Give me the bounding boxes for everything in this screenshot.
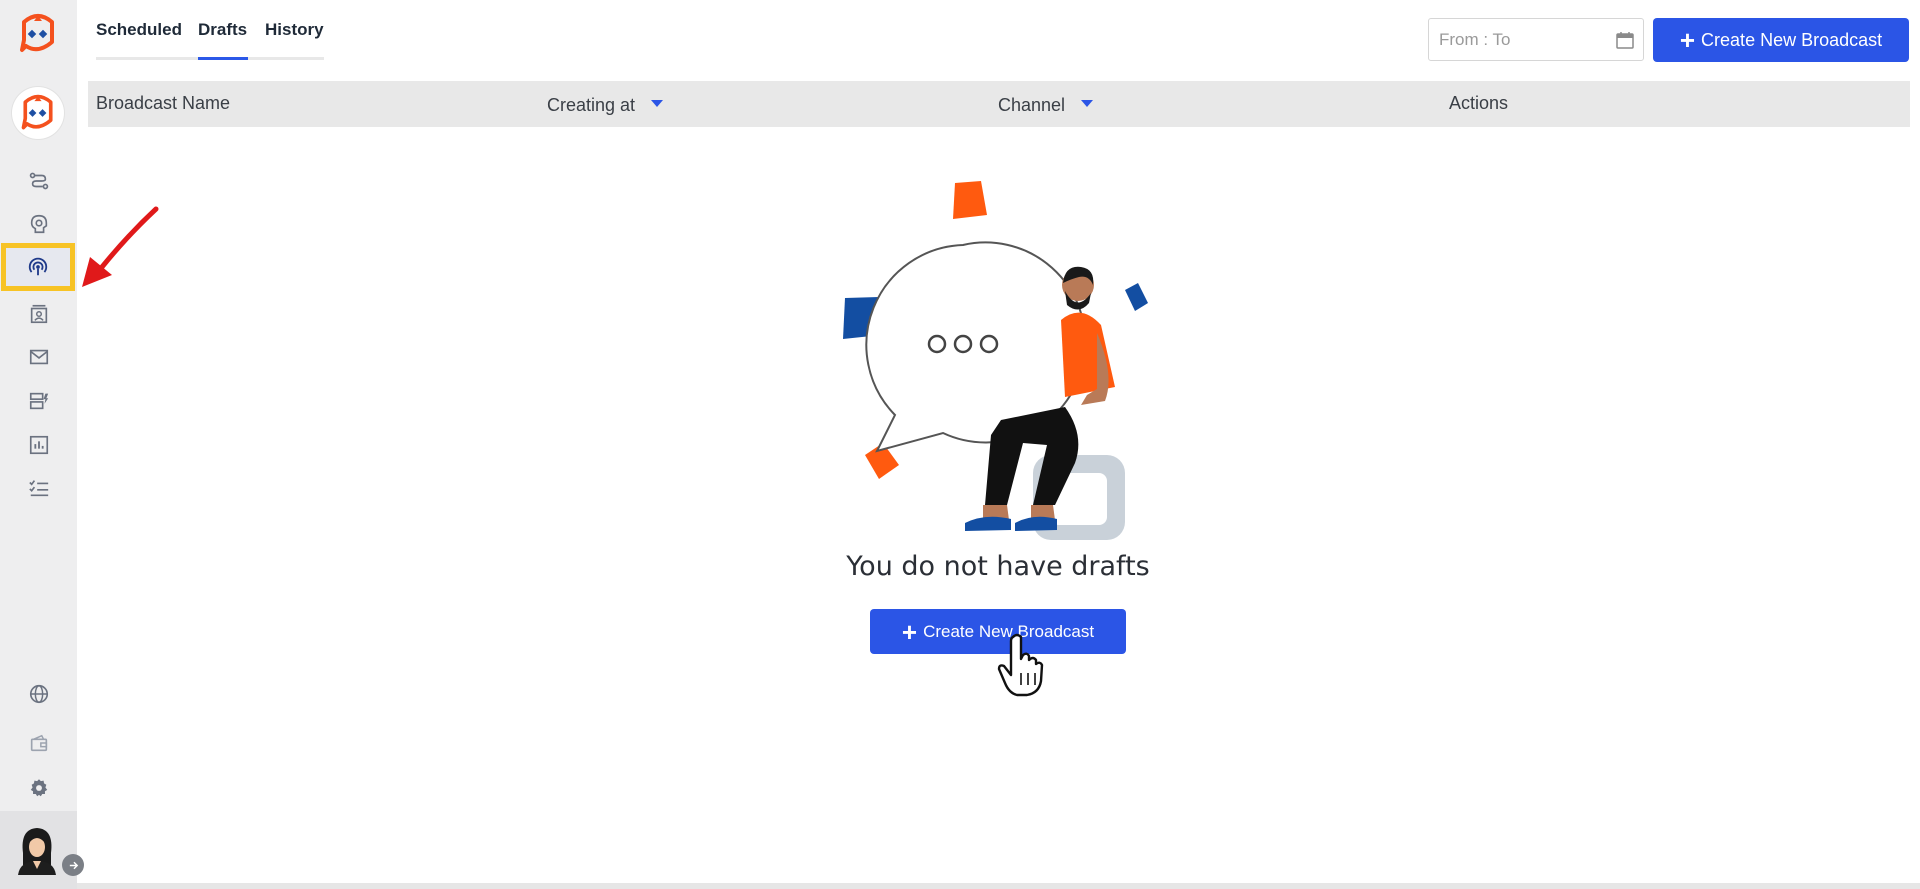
- flow-icon: [29, 172, 48, 190]
- column-header-channel[interactable]: Channel: [998, 95, 1094, 116]
- arrow-right-icon: [69, 861, 78, 869]
- sidebar-item-mail[interactable]: [0, 336, 77, 378]
- sidebar-item-bot[interactable]: [0, 203, 77, 245]
- column-label: Channel: [998, 95, 1066, 115]
- sidebar-item-language[interactable]: [0, 673, 77, 715]
- sidebar-item-templates[interactable]: [0, 380, 77, 422]
- column-header-broadcast-name: Broadcast Name: [96, 93, 230, 114]
- wallet-icon: [30, 734, 47, 752]
- tasks-icon: [28, 480, 48, 497]
- column-label: Creating at: [547, 95, 636, 115]
- templates-icon: [29, 392, 48, 410]
- empty-state-message: You do not have drafts: [846, 551, 1150, 582]
- tab-history[interactable]: History: [265, 20, 324, 40]
- plus-icon: +: [1679, 25, 1696, 55]
- calendar-icon[interactable]: [1615, 30, 1635, 50]
- sidebar-item-tasks[interactable]: [0, 467, 77, 509]
- column-header-actions: Actions: [1449, 93, 1508, 114]
- analytics-icon: [29, 435, 48, 455]
- gear-icon: [30, 779, 47, 797]
- contacts-icon: [30, 304, 47, 324]
- create-new-broadcast-button[interactable]: + Create New Broadcast: [1653, 18, 1909, 62]
- workspace-avatar[interactable]: [12, 87, 64, 139]
- create-new-broadcast-label: Create New Broadcast: [1701, 29, 1883, 50]
- date-range-placeholder: From : To: [1439, 30, 1511, 49]
- tab-scheduled[interactable]: Scheduled: [96, 20, 182, 40]
- mail-icon: [29, 349, 48, 365]
- sidebar-item-wallet[interactable]: [0, 722, 77, 764]
- broadcast-icon: [28, 257, 48, 276]
- expand-sidebar-button[interactable]: [62, 854, 84, 876]
- column-header-creating-at[interactable]: Creating at: [547, 95, 664, 116]
- hand-pointer-icon: [997, 633, 1044, 697]
- column-label: Actions: [1449, 93, 1509, 113]
- user-profile[interactable]: [0, 811, 84, 889]
- avatar: [18, 828, 56, 875]
- sidebar-item-broadcast[interactable]: [1, 243, 75, 291]
- sidebar-item-settings[interactable]: [0, 767, 77, 809]
- horizontal-scrollbar[interactable]: [77, 883, 1920, 889]
- brand-logo-icon: [21, 94, 53, 130]
- empty-drafts-illustration: [843, 181, 1148, 540]
- sidebar: [0, 0, 84, 889]
- caret-down-icon[interactable]: [1081, 99, 1094, 107]
- sidebar-item-analytics[interactable]: [0, 424, 77, 466]
- caret-down-icon[interactable]: [651, 99, 664, 107]
- globe-icon: [29, 684, 48, 704]
- annotation-arrow-icon: [82, 206, 159, 287]
- sidebar-item-flows[interactable]: [0, 160, 77, 202]
- app-logo-icon[interactable]: [16, 12, 60, 56]
- broadcast-table-header: Broadcast Name Creating at Channel Actio…: [88, 81, 1910, 127]
- active-tab-indicator: [198, 57, 248, 60]
- tab-drafts[interactable]: Drafts: [198, 20, 247, 40]
- sidebar-item-contacts[interactable]: [0, 293, 77, 335]
- bot-head-icon: [30, 214, 47, 234]
- date-range-input[interactable]: From : To: [1428, 18, 1644, 61]
- column-label: Broadcast Name: [96, 93, 231, 113]
- plus-icon: +: [901, 616, 918, 647]
